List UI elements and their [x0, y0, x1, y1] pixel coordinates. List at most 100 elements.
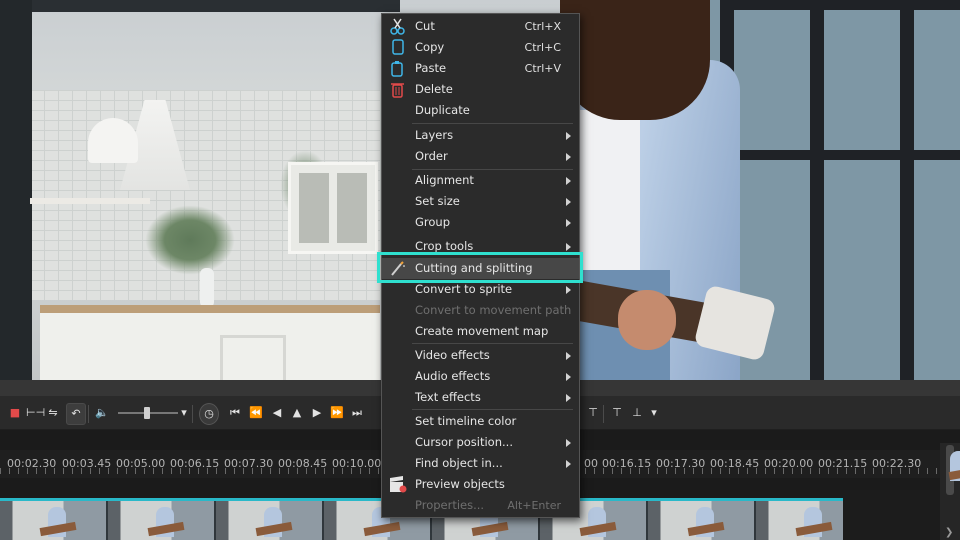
preview-person	[618, 290, 676, 350]
clip-thumbnail	[0, 501, 106, 540]
menu-item-duplicate[interactable]: Duplicate	[382, 100, 579, 121]
menu-item-layers[interactable]: Layers	[382, 125, 579, 146]
chevron-right-icon[interactable]: ❯	[945, 527, 953, 538]
undo-icon[interactable]: ↶	[66, 403, 86, 425]
menu-item-label: Convert to sprite	[415, 282, 513, 296]
menu-item-label: Layers	[415, 128, 454, 142]
menu-item-crop-tools[interactable]: Crop tools	[382, 236, 579, 257]
menu-item-label: Set timeline color	[415, 414, 517, 428]
menu-item-set-size[interactable]: Set size	[382, 191, 579, 212]
menu-item-set-timeline-color[interactable]: Set timeline color	[382, 411, 579, 432]
preview-person	[560, 0, 710, 120]
ruler-tick: 00:07.30	[224, 457, 274, 470]
ruler-tick: 00:10.00	[332, 457, 382, 470]
clip-thumbnail	[648, 501, 754, 540]
volume-icon[interactable]: 🔈	[95, 403, 109, 423]
submenu-arrow-icon	[566, 243, 571, 251]
menu-item-copy[interactable]: Copy Ctrl+C	[382, 37, 579, 58]
menu-item-cursor-position[interactable]: Cursor position...	[382, 432, 579, 453]
menu-item-video-effects[interactable]: Video effects	[382, 345, 579, 366]
ruler-tick: 00:16.15	[602, 457, 652, 470]
snap-icon[interactable]: ⊤	[586, 403, 600, 423]
ruler-tick: 00:22.30	[872, 457, 922, 470]
menu-item-label: Crop tools	[415, 239, 474, 253]
clock-icon[interactable]: ◷	[199, 403, 219, 425]
menu-item-cutting-and-splitting[interactable]: Cutting and splitting	[382, 258, 579, 279]
clip-thumbnail	[216, 501, 322, 540]
menu-item-label: Video effects	[415, 348, 490, 362]
menu-item-preview-objects[interactable]: Preview objects	[382, 474, 579, 495]
clip-thumbnail	[108, 501, 214, 540]
preview-backdrop	[288, 162, 378, 254]
step-back-icon[interactable]: ◀	[270, 403, 284, 423]
menu-item-label: Find object in...	[415, 456, 503, 470]
menu-item-label: Properties...	[415, 498, 485, 512]
menu-item-audio-effects[interactable]: Audio effects	[382, 366, 579, 387]
menu-item-shortcut: Ctrl+V	[524, 62, 561, 75]
timeline-vertical-scrollbar[interactable]: ❯	[940, 443, 960, 540]
menu-item-find-object-in[interactable]: Find object in...	[382, 453, 579, 474]
copy-icon	[392, 39, 404, 55]
menu-item-delete[interactable]: Delete	[382, 79, 579, 100]
preview-backdrop	[220, 335, 286, 380]
loop-region-icon[interactable]: ⇋	[46, 403, 60, 423]
preview-backdrop	[30, 198, 150, 204]
menu-item-label: Order	[415, 149, 448, 163]
menu-item-convert-to-sprite[interactable]: Convert to sprite	[382, 279, 579, 300]
skip-end-icon[interactable]: ⏭	[350, 403, 364, 423]
volume-slider-knob[interactable]	[144, 407, 150, 419]
chevron-down-icon[interactable]: ▾	[177, 403, 191, 423]
preview-backdrop	[40, 305, 380, 380]
volume-slider[interactable]	[118, 407, 178, 419]
preview-person	[580, 110, 640, 280]
menu-item-alignment[interactable]: Alignment	[382, 170, 579, 191]
scrollbar-thumb[interactable]	[946, 445, 960, 495]
submenu-arrow-icon	[566, 198, 571, 206]
fit-width-icon[interactable]: ⊢⊣	[26, 403, 45, 423]
menu-item-text-effects[interactable]: Text effects	[382, 387, 579, 408]
menu-separator	[412, 123, 573, 124]
menu-item-label: Cursor position...	[415, 435, 513, 449]
skip-start-icon[interactable]: ⏮	[228, 403, 242, 423]
ruler-tick: 00:08.45	[278, 457, 328, 470]
menu-item-create-movement-map[interactable]: Create movement map	[382, 321, 579, 342]
menu-separator	[412, 343, 573, 344]
menu-separator	[412, 409, 573, 410]
preview-backdrop	[0, 0, 32, 380]
submenu-arrow-icon	[566, 219, 571, 227]
record-icon[interactable]: ■	[8, 403, 22, 423]
menu-item-shortcut: Ctrl+X	[524, 20, 561, 33]
play-icon[interactable]: ▶	[310, 403, 324, 423]
submenu-arrow-icon	[566, 153, 571, 161]
fast-forward-icon[interactable]: ⏩	[330, 403, 344, 423]
scissors-icon	[390, 18, 405, 35]
menu-item-label: Cutting and splitting	[415, 261, 533, 275]
ruler-tick: 00:06.15	[170, 457, 220, 470]
ruler-tick: 00:03.45	[62, 457, 112, 470]
menu-item-paste[interactable]: Paste Ctrl+V	[382, 58, 579, 79]
submenu-arrow-icon	[566, 439, 571, 447]
menu-item-group[interactable]: Group	[382, 212, 579, 233]
trash-icon	[391, 83, 404, 98]
distribute-objects-icon[interactable]: ⊥	[630, 403, 644, 423]
submenu-arrow-icon	[566, 177, 571, 185]
menu-item-label: Convert to movement path	[415, 303, 572, 317]
chevron-down-icon[interactable]: ▾	[647, 403, 661, 423]
menu-item-label: Paste	[415, 61, 447, 75]
menu-item-label: Duplicate	[415, 103, 470, 117]
rewind-icon[interactable]: ⏪	[249, 403, 263, 423]
ruler-tick: 00:20.00	[764, 457, 814, 470]
ruler-tick: 00:02.30	[7, 457, 57, 470]
context-menu: Cut Ctrl+X Copy Ctrl+C Paste Ctrl+V Dele…	[381, 13, 580, 518]
menu-item-convert-to-movement-path: Convert to movement path	[382, 300, 579, 321]
ruler-tick: 00:17.30	[656, 457, 706, 470]
align-objects-icon[interactable]: ⊤	[610, 403, 624, 423]
menu-item-shortcut: Alt+Enter	[507, 499, 561, 512]
preview-backdrop	[88, 118, 138, 163]
menu-item-properties: Properties... Alt+Enter	[382, 495, 579, 516]
submenu-arrow-icon	[566, 286, 571, 294]
menu-item-cut[interactable]: Cut Ctrl+X	[382, 16, 579, 37]
stop-icon[interactable]: ▲	[290, 403, 304, 423]
menu-item-label: Group	[415, 215, 451, 229]
menu-item-order[interactable]: Order	[382, 146, 579, 167]
